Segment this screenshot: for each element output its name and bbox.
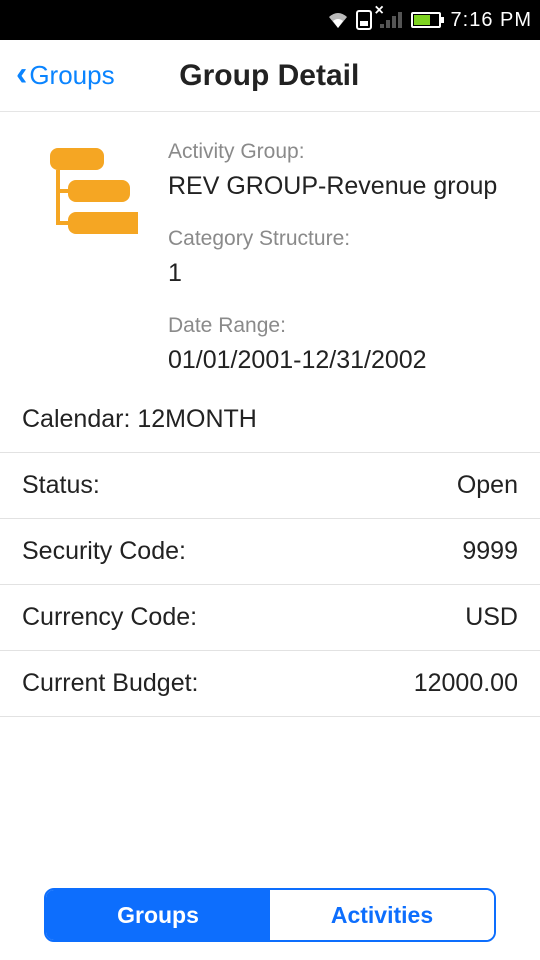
bottom-tabbar: Groups Activities [0, 888, 540, 960]
wifi-icon [327, 11, 349, 29]
category-structure-label: Category Structure: [168, 227, 518, 251]
android-status-bar: × 7:16 PM [0, 0, 540, 40]
clock-text: 7:16 PM [451, 9, 532, 32]
group-summary-fields: Activity Group: REV GROUP-Revenue group … [168, 140, 518, 375]
security-label: Security Code: [22, 537, 186, 566]
nav-bar: ‹ Groups Group Detail [0, 40, 540, 112]
status-row: Status: Open [0, 452, 540, 518]
currency-value: USD [465, 603, 518, 632]
budget-value: 12000.00 [414, 669, 518, 698]
detail-list: Status: Open Security Code: 9999 Currenc… [0, 452, 540, 717]
budget-row: Current Budget: 12000.00 [0, 650, 540, 717]
security-value: 9999 [462, 537, 518, 566]
activity-group-value: REV GROUP-Revenue group [168, 172, 518, 201]
no-signal-icon: × [379, 10, 405, 30]
group-summary: Activity Group: REV GROUP-Revenue group … [0, 112, 540, 395]
calendar-value: 12MONTH [137, 405, 256, 433]
category-structure-value: 1 [168, 259, 518, 288]
date-range-value: 01/01/2001-12/31/2002 [168, 346, 518, 375]
calendar-row: Calendar: 12MONTH [0, 395, 540, 452]
sim-icon [355, 9, 373, 31]
app-root: ‹ Groups Group Detail Activity Group: RE… [0, 40, 540, 960]
calendar-label: Calendar: [22, 405, 130, 433]
tab-groups[interactable]: Groups [46, 890, 270, 940]
hierarchy-icon [28, 140, 168, 375]
currency-row: Currency Code: USD [0, 584, 540, 650]
status-label: Status: [22, 471, 100, 500]
tab-groups-label: Groups [117, 902, 199, 929]
page-title: Group Detail [15, 59, 524, 93]
status-value: Open [457, 471, 518, 500]
segmented-control: Groups Activities [44, 888, 496, 942]
tab-activities[interactable]: Activities [270, 890, 494, 940]
activity-group-label: Activity Group: [168, 140, 518, 164]
battery-icon [411, 11, 445, 29]
tab-activities-label: Activities [331, 902, 433, 929]
budget-label: Current Budget: [22, 669, 199, 698]
spacer [0, 717, 540, 888]
security-row: Security Code: 9999 [0, 518, 540, 584]
currency-label: Currency Code: [22, 603, 197, 632]
date-range-label: Date Range: [168, 314, 518, 338]
